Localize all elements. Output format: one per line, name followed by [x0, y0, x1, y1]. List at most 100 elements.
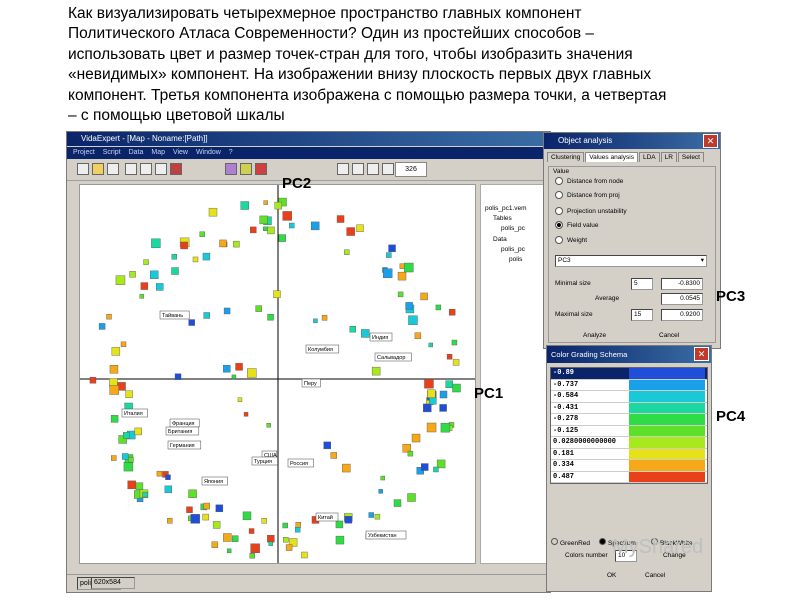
country-point[interactable]	[282, 211, 292, 221]
option-weight[interactable]: Weight	[555, 236, 587, 246]
color-grade-row[interactable]: -0.89	[551, 368, 707, 380]
cancel-button[interactable]: Cancel	[645, 572, 665, 579]
country-point[interactable]	[356, 224, 364, 233]
list-icon[interactable]	[155, 163, 167, 175]
country-point[interactable]	[240, 201, 249, 210]
country-point[interactable]	[151, 238, 161, 249]
country-point[interactable]	[129, 271, 136, 278]
menu-script[interactable]: Script	[103, 149, 121, 156]
country-point[interactable]	[435, 304, 442, 311]
color-grade-row[interactable]: -0.431	[551, 402, 707, 414]
country-point[interactable]	[446, 354, 453, 360]
country-point[interactable]	[342, 463, 351, 473]
country-point[interactable]	[440, 422, 451, 433]
country-point[interactable]	[414, 332, 422, 339]
country-point[interactable]	[313, 318, 318, 324]
color-grade-row[interactable]: 0.487	[551, 471, 707, 483]
country-point[interactable]	[335, 520, 344, 529]
country-point[interactable]	[346, 227, 355, 236]
country-point[interactable]	[336, 215, 345, 223]
country-point[interactable]	[180, 241, 188, 250]
country-point[interactable]	[452, 383, 461, 393]
country-point[interactable]	[127, 480, 136, 490]
country-point[interactable]	[156, 283, 164, 291]
country-point[interactable]	[408, 315, 418, 325]
country-point[interactable]	[171, 254, 177, 260]
country-point[interactable]	[330, 452, 338, 459]
country-point[interactable]	[386, 252, 392, 258]
country-point[interactable]	[411, 433, 421, 443]
country-point[interactable]	[267, 535, 275, 543]
open-folder-icon[interactable]	[92, 163, 104, 175]
tab-lda[interactable]: LDA	[638, 152, 660, 162]
close-icon[interactable]: ✕	[703, 134, 718, 148]
country-point[interactable]	[294, 526, 301, 533]
cancel-button[interactable]: Cancel	[659, 332, 679, 339]
menu-data[interactable]: Data	[129, 149, 144, 156]
country-point[interactable]	[164, 485, 173, 494]
country-point[interactable]	[321, 315, 328, 321]
country-point[interactable]	[89, 377, 97, 384]
table-icon[interactable]	[125, 163, 137, 175]
country-point[interactable]	[263, 226, 268, 232]
menu-help[interactable]: ?	[229, 149, 233, 156]
minimal-size-stepper[interactable]: 5	[631, 278, 653, 290]
country-point[interactable]	[344, 516, 353, 524]
pointer-icon[interactable]	[337, 163, 349, 175]
country-point[interactable]	[268, 541, 273, 546]
zoom-icon[interactable]	[382, 163, 394, 175]
country-point[interactable]	[397, 291, 404, 298]
tree-item[interactable]: polis_pc1.vem	[485, 205, 527, 212]
country-point[interactable]	[110, 415, 119, 423]
tab-clustering[interactable]: Clustering	[547, 152, 585, 162]
color-grade-row[interactable]: 0.0280000000000	[551, 437, 707, 449]
country-point[interactable]	[378, 489, 383, 494]
option-field-value[interactable]: Field value	[555, 221, 598, 231]
country-point[interactable]	[150, 270, 159, 280]
country-point[interactable]	[295, 522, 302, 528]
rotate-icon[interactable]	[352, 163, 364, 175]
country-point[interactable]	[439, 390, 448, 399]
country-point[interactable]	[139, 294, 144, 299]
country-point[interactable]	[128, 456, 134, 463]
country-point[interactable]	[433, 466, 439, 473]
country-point[interactable]	[404, 262, 414, 273]
country-point[interactable]	[165, 474, 171, 480]
country-point[interactable]	[407, 450, 414, 457]
country-point[interactable]	[344, 249, 350, 255]
palette-icon[interactable]	[225, 163, 237, 175]
country-point[interactable]	[424, 378, 434, 389]
country-point[interactable]	[374, 513, 381, 520]
country-point[interactable]	[215, 504, 224, 513]
new-file-icon[interactable]	[77, 163, 89, 175]
country-point[interactable]	[223, 307, 231, 315]
country-point[interactable]	[267, 226, 275, 235]
tree-item[interactable]: Data	[493, 236, 507, 243]
country-point[interactable]	[393, 499, 402, 507]
country-point[interactable]	[235, 363, 243, 371]
country-point[interactable]	[186, 506, 193, 513]
country-point[interactable]	[135, 482, 144, 490]
country-point[interactable]	[249, 553, 256, 559]
country-point[interactable]	[439, 404, 447, 412]
country-point[interactable]	[203, 312, 210, 319]
country-point[interactable]	[274, 201, 282, 210]
country-point[interactable]	[250, 543, 260, 553]
country-point[interactable]	[427, 389, 436, 398]
country-point[interactable]	[242, 511, 252, 521]
grid-icon[interactable]	[140, 163, 152, 175]
country-point[interactable]	[171, 267, 179, 275]
country-point[interactable]	[192, 256, 199, 263]
country-point[interactable]	[233, 240, 240, 248]
country-point[interactable]	[219, 239, 227, 248]
country-point[interactable]	[109, 365, 119, 374]
country-point[interactable]	[123, 461, 134, 472]
country-point[interactable]	[259, 215, 268, 225]
country-point[interactable]	[199, 231, 205, 237]
maximal-size-stepper[interactable]: 15	[631, 309, 653, 321]
country-point[interactable]	[420, 292, 428, 301]
country-point[interactable]	[263, 200, 268, 205]
tab-values-analysis[interactable]: Values analysis	[585, 152, 638, 162]
country-point[interactable]	[282, 522, 288, 529]
country-point[interactable]	[388, 244, 396, 253]
